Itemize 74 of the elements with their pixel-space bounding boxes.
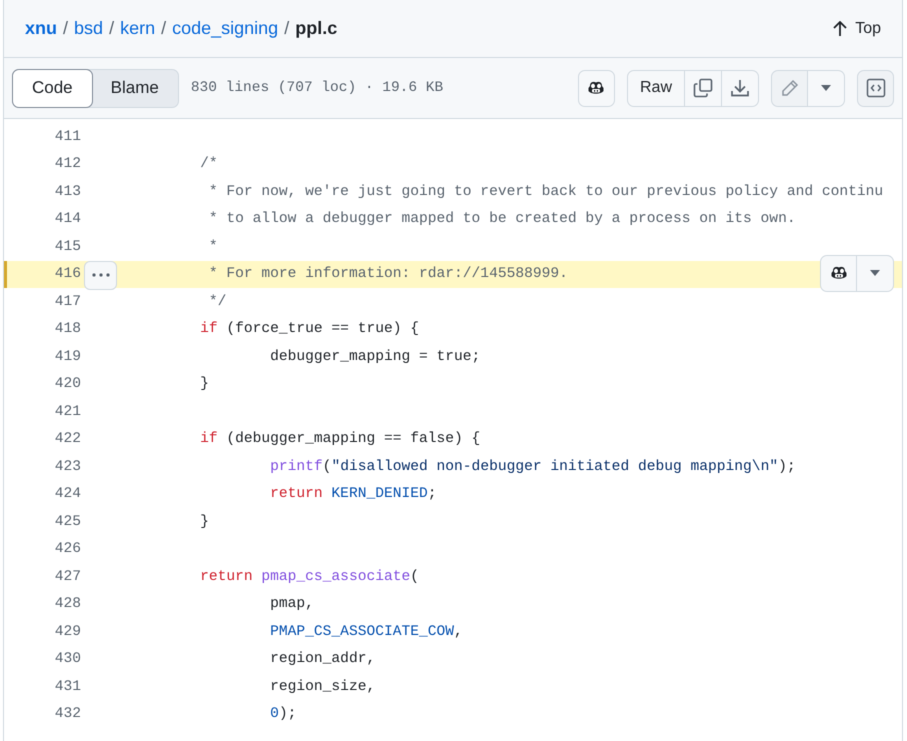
code-line: /* [199,156,218,172]
code-line: debugger_mapping = true; [269,348,480,365]
caret-icon [870,270,880,276]
edit-menu-button[interactable] [808,70,845,106]
line-number: 426 [54,541,81,558]
code-line: if (force_true == true) { [199,321,420,338]
line-number: 417 [54,294,81,310]
code-line: * For now, we're just going to revert back to our previous policy and continu [208,184,884,200]
line-number: 427 [54,568,81,585]
code-line: 0); [269,706,296,722]
download-button[interactable] [722,70,759,106]
code-line: */ [208,294,226,310]
edit-button[interactable] [771,70,808,106]
view-tab[interactable]: Blame [92,70,178,106]
raw-button[interactable]: Raw [626,70,685,106]
code-line: region_size, [269,678,376,695]
code-line: return pmap_cs_associate( [199,568,420,585]
code-line: if (debugger_mapping == false) { [199,431,480,448]
breadcrumb-link[interactable]: code_signing [172,18,278,39]
line-number: 413 [54,184,81,200]
arrow-up-icon [833,20,848,36]
line-number: 429 [54,624,81,640]
path-separator: / [284,18,290,39]
code-line: } [199,514,209,530]
line-number: 418 [54,321,81,338]
line-number: 412 [54,156,81,172]
copy-icon [693,78,713,98]
breadcrumb-link[interactable]: bsd [74,18,104,39]
path-separator: / [63,18,68,39]
line-number: 428 [54,596,81,612]
code-line: * [208,238,218,255]
file-info: 830 lines (707 loc) · 19.6 KB [190,80,444,96]
code-line: * For more information: rdar://145588999. [208,266,568,282]
code-line: pmap, [269,596,314,612]
code-line: return KERN_DENIED; [269,486,437,502]
more-icon [92,273,110,277]
pencil-icon [780,79,798,97]
code-line: printf("disallowed non-debugger initiated debug mapping\n"); [269,458,796,475]
path-separator: / [109,18,114,39]
caret-icon [821,85,831,91]
code-line: region_addr, [269,651,376,668]
line-number: 424 [54,486,81,502]
line-number: 420 [54,376,81,392]
line-number: 431 [54,678,81,695]
line-number: 416 [54,266,81,282]
line-number: 415 [54,238,81,255]
line-number: 419 [54,348,81,365]
breadcrumb-link[interactable]: kern [120,18,156,39]
line-number: 432 [54,706,81,722]
copilot-button[interactable] [820,254,857,292]
file-name[interactable]: ppl.c [295,18,338,39]
copilot-icon [587,80,606,96]
code-line: PMAP_CS_ASSOCIATE_COW, [269,624,463,640]
line-actions-button[interactable] [84,260,117,290]
line-number: 423 [54,458,81,475]
symbols-button[interactable] [857,70,894,106]
copy-button[interactable] [685,70,722,106]
copilot-icon [830,265,848,281]
line-number: 414 [54,211,81,228]
line-number: 411 [54,128,81,145]
copilot-menu-button[interactable] [857,254,894,292]
view-tab[interactable]: Code [12,68,93,108]
code-line: * to allow a debugger mapped to be created by a process on its own. [208,211,796,228]
line-number: 430 [54,651,81,668]
download-icon [730,78,750,98]
line-number: 421 [54,404,81,420]
top-link[interactable]: Top [833,20,881,38]
code-line: } [199,376,209,392]
copilot-button[interactable] [578,70,615,106]
path-separator: / [161,18,166,39]
line-number: 422 [54,431,81,448]
breadcrumb-link[interactable]: xnu [25,18,58,39]
line-number: 425 [54,514,81,530]
code-panel-icon [866,78,886,98]
